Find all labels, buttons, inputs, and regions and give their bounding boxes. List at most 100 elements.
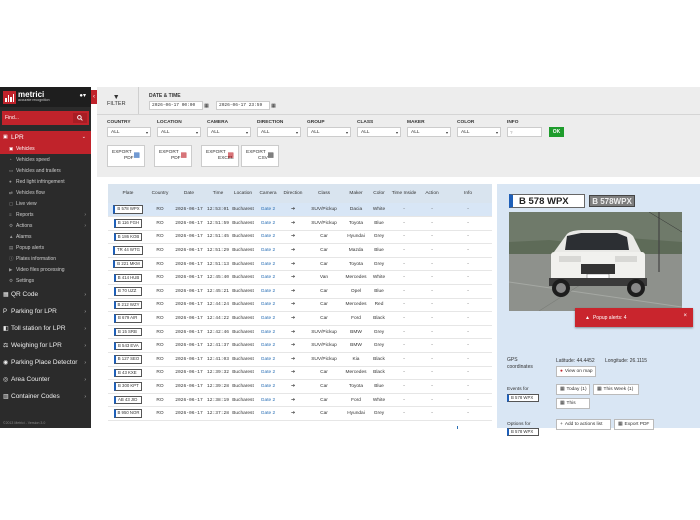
cell-camera[interactable]: Gate 2 xyxy=(256,285,280,299)
sidebar-subitem-vehicles-and-trailers[interactable]: ▭ Vehicles and trailers xyxy=(0,165,91,176)
sidebar-item-qr-code[interactable]: ▦ QR Code › xyxy=(0,286,91,303)
sidebar-subitem-red-light-infringement[interactable]: ● Red light infringement xyxy=(0,176,91,187)
table-row[interactable]: B 116 FGH RO 2026-06-17 12:51:59 Bucharest Ga… xyxy=(108,217,492,231)
cell-camera[interactable]: Gate 2 xyxy=(256,257,280,271)
sidebar-subitem-video-files-processing[interactable]: ▶ Video files processing xyxy=(0,264,91,275)
cell-camera[interactable]: Gate 2 xyxy=(256,217,280,231)
calendar-icon[interactable]: ▦ xyxy=(203,101,210,110)
this-week-button[interactable]: ▦ This Week (1) xyxy=(593,384,639,395)
cell-class: Van xyxy=(319,275,329,281)
export-excel-button[interactable]: EXPORT EXCEL ▦ xyxy=(201,145,239,167)
sidebar-subitem-vehicles[interactable]: ▣ Vehicles xyxy=(0,143,91,154)
column-header-info[interactable]: Info xyxy=(444,184,492,203)
cell-camera[interactable]: Gate 2 xyxy=(256,339,280,353)
cell-camera[interactable]: Gate 2 xyxy=(256,393,280,407)
table-row[interactable]: B 300 KPT RO 2026-06-17 12:39:28 Bucharest Ga… xyxy=(108,380,492,394)
column-header-date[interactable]: Date xyxy=(172,184,206,203)
class-select[interactable]: ALL ▾ xyxy=(357,127,401,137)
table-row[interactable]: B 186 KOB RO 2026-06-17 12:51:45 Bucharest Ga… xyxy=(108,230,492,244)
column-header-time-inside[interactable]: Time Inside xyxy=(388,184,420,203)
table-row[interactable]: B 679 AIR RO 2026-06-17 12:44:22 Bucharest Ga… xyxy=(108,312,492,326)
sidebar-subitem-alarms[interactable]: ▲ Alarms xyxy=(0,231,91,242)
table-row[interactable]: B 15 SRB RO 2026-06-17 12:42:46 Bucharest Gat… xyxy=(108,325,492,339)
sidebar-subitem-popup-alerts[interactable]: ▤ Popup alerts xyxy=(0,242,91,253)
column-header-country[interactable]: Country xyxy=(148,184,172,203)
sidebar-subitem-plates-information[interactable]: ⓘ Plates information xyxy=(0,253,91,264)
table-row[interactable]: AB 43 JID RO 2026-06-17 12:38:19 Bucharest Ga… xyxy=(108,393,492,407)
sidebar-subitem-label: Vehicles xyxy=(16,145,35,152)
direction-select[interactable]: ALL ▾ xyxy=(257,127,301,137)
sidebar-subitem-reports[interactable]: ≡ Reports › xyxy=(0,209,91,220)
popup-alert-toast[interactable]: ▲ Popup alerts: 4 × xyxy=(575,308,693,327)
table-row[interactable]: B 950 NOR RO 2026-06-17 12:37:28 Bucharest Ga… xyxy=(108,407,492,421)
sidebar-subitem-settings[interactable]: ⚙ Settings xyxy=(0,275,91,286)
search-input[interactable] xyxy=(5,115,65,121)
maker-select[interactable]: ALL ▾ xyxy=(407,127,451,137)
table-row[interactable]: B 414 HUB RO 2026-06-17 12:45:40 Bucharest Ga… xyxy=(108,271,492,285)
sidebar-item-container-codes[interactable]: ▥ Container Codes › xyxy=(0,388,91,405)
date-from-input[interactable]: 2026-06-17 00:00 xyxy=(149,101,203,110)
cell-camera[interactable]: Gate 2 xyxy=(256,298,280,312)
user-menu-icon[interactable]: ●▾ xyxy=(79,92,86,99)
table-row[interactable]: TR 44 WTG RO 2026-06-17 12:51:29 Bucharest Ga… xyxy=(108,244,492,258)
vehicle-photo[interactable] xyxy=(509,212,682,311)
table-row[interactable]: B 70 UZZ RO 2026-06-17 12:45:21 Bucharest Gat… xyxy=(108,285,492,299)
cell-camera[interactable]: Gate 2 xyxy=(256,230,280,244)
view-on-map-button[interactable]: ● View on map xyxy=(556,366,596,377)
cell-camera[interactable]: Gate 2 xyxy=(256,244,280,258)
cell-camera[interactable]: Gate 2 xyxy=(256,271,280,285)
location-select[interactable]: ALL ▾ xyxy=(157,127,201,137)
column-header-action[interactable]: Action xyxy=(420,184,444,203)
country-select[interactable]: ALL ▾ xyxy=(107,127,151,137)
this-month-button[interactable]: ▦ This xyxy=(556,398,590,409)
sidebar-item-area-counter[interactable]: ◎ Area Counter › xyxy=(0,371,91,388)
cell-camera[interactable]: Gate 2 xyxy=(256,325,280,339)
column-header-class[interactable]: Class xyxy=(306,184,342,203)
table-row[interactable]: B 43 KXE RO 2026-06-17 12:39:32 Bucharest Gat… xyxy=(108,366,492,380)
column-header-plate[interactable]: Plate xyxy=(108,184,148,203)
ok-button[interactable]: OK xyxy=(549,127,564,137)
add-to-actions-button[interactable]: + Add to actions list xyxy=(556,419,611,430)
sidebar-subitem-live-view[interactable]: ▢ Live view xyxy=(0,198,91,209)
sidebar-subitem-vehicles-speed[interactable]: ◔ Vehicles speed xyxy=(0,154,91,165)
calendar-icon[interactable]: ▦ xyxy=(270,101,277,110)
column-header-maker[interactable]: Maker xyxy=(342,184,370,203)
column-header-color[interactable]: Color xyxy=(370,184,388,203)
info-input[interactable]: ? xyxy=(507,127,542,137)
cell-camera[interactable]: Gate 2 xyxy=(256,380,280,394)
sidebar-subitem-actions[interactable]: ⚙ Actions › xyxy=(0,220,91,231)
sidebar-item-parking-for-lpr[interactable]: P Parking for LPR › xyxy=(0,303,91,320)
today-button[interactable]: ▦ Today (1) xyxy=(556,384,590,395)
cell-camera[interactable]: Gate 2 xyxy=(256,366,280,380)
export-pdf-button[interactable]: ▦ Export PDF xyxy=(614,419,654,430)
sidebar-item-weighing-for-lpr[interactable]: ⚖ Weighing for LPR › xyxy=(0,337,91,354)
cell-camera[interactable]: Gate 2 xyxy=(256,407,280,421)
sidebar-subitem-vehicles-flow[interactable]: ⇄ Vehicles flow xyxy=(0,187,91,198)
color-select[interactable]: ALL ▾ xyxy=(457,127,501,137)
table-row[interactable]: B 543 EVA RO 2026-06-17 12:41:37 Bucharest Ga… xyxy=(108,339,492,353)
sidebar-item-parking-place-detector[interactable]: ◉ Parking Place Detector › xyxy=(0,354,91,371)
cell-camera[interactable]: Gate 2 xyxy=(256,203,280,217)
table-row[interactable]: B 127 SEO RO 2026-06-17 12:41:03 Bucharest Ga… xyxy=(108,353,492,367)
column-header-camera[interactable]: Camera xyxy=(256,184,280,203)
table-row[interactable]: B 578 WPX RO 2026-06-17 12:53:01 Bucharest Ga… xyxy=(108,203,492,217)
group-select[interactable]: ALL ▾ xyxy=(307,127,351,137)
table-row[interactable]: B 221 MKM RO 2026-06-17 12:51:13 Bucharest Ga… xyxy=(108,257,492,271)
date-to-input[interactable]: 2026-06-17 23:59 xyxy=(216,101,270,110)
cell-camera[interactable]: Gate 2 xyxy=(256,312,280,326)
column-header-location[interactable]: Location xyxy=(230,184,256,203)
scroll-indicator[interactable] xyxy=(457,426,458,429)
column-header-direction[interactable]: Direction xyxy=(280,184,306,203)
cell-camera[interactable]: Gate 2 xyxy=(256,353,280,367)
table-row[interactable]: B 212 WZY RO 2026-06-17 12:44:24 Bucharest Ga… xyxy=(108,298,492,312)
close-icon[interactable]: × xyxy=(683,313,687,319)
sidebar-item-toll-station-for-lpr[interactable]: ◧ Toll station for LPR › xyxy=(0,320,91,337)
camera-select[interactable]: ALL ▾ xyxy=(207,127,251,137)
export-pdf-button[interactable]: EXPORT PDF ▦ xyxy=(107,145,145,167)
export-pdf-button[interactable]: EXPORT PDF ▦ xyxy=(154,145,192,167)
column-header-time[interactable]: Time xyxy=(206,184,230,203)
search-button[interactable] xyxy=(73,113,87,123)
export-csv-button[interactable]: EXPORT CSV ▦ xyxy=(241,145,279,167)
filter-button[interactable]: ▼ FILTER xyxy=(107,94,126,107)
sidebar-item-lpr[interactable]: ▣ LPR ⌄ xyxy=(0,131,91,143)
